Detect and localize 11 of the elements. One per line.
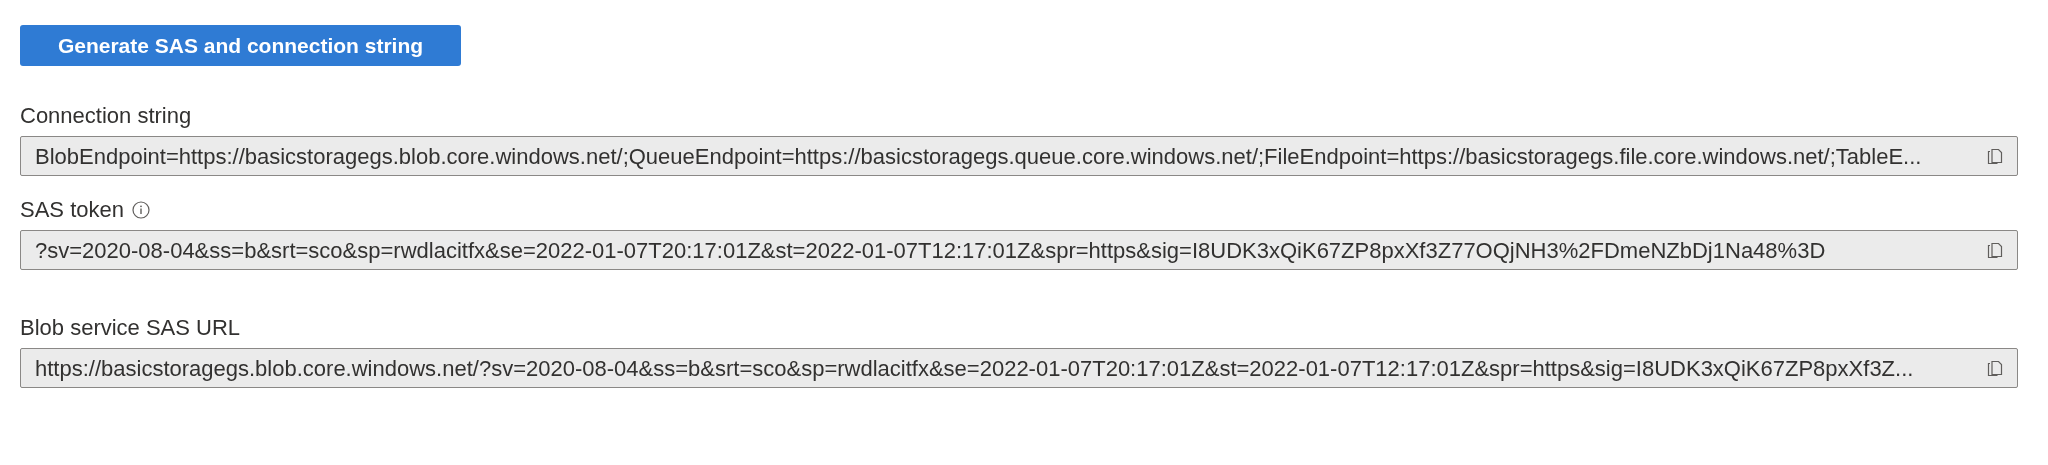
info-icon[interactable] bbox=[131, 201, 150, 219]
generate-button[interactable]: Generate SAS and connection string bbox=[20, 25, 461, 66]
readonly-field[interactable]: ?sv=2020-08-04&ss=b&srt=sco&sp=rwdlacitfx&se=2022-01-07T20:17:01Z&st=2022-01-07T12:17:01Z&spr=https&sig=I8UDK3xQiK67ZP8pxXf3Z77OQjNH3%2FDmeNZbDj1Na48%3D bbox=[20, 230, 2018, 270]
readonly-field[interactable]: BlobEndpoint=https://basicstoragegs.blob.core.windows.net/;QueueEndpoint=https://basicstoragegs.queue.core.windows.net/;FileEndpoint=https://basicstoragegs.file.core.windows.net/;TableE... bbox=[20, 136, 2018, 176]
copy-icon[interactable] bbox=[1985, 358, 2005, 378]
copy-icon[interactable] bbox=[1985, 146, 2005, 166]
field-label: Blob service SAS URL bbox=[20, 316, 241, 340]
field-label: SAS token bbox=[20, 198, 124, 222]
readonly-field[interactable]: https://basicstoragegs.blob.core.windows.net/?sv=2020-08-04&ss=b&srt=sco&sp=rwdlacitfx&se=2022-01-07T20:17:01Z&st=2022-01-07T12:17:01Z&spr=https&sig=I8UDK3xQiK67ZP8pxXf3Z... bbox=[20, 348, 2018, 388]
field-label: Connection string bbox=[20, 104, 192, 128]
copy-icon[interactable] bbox=[1985, 240, 2005, 260]
